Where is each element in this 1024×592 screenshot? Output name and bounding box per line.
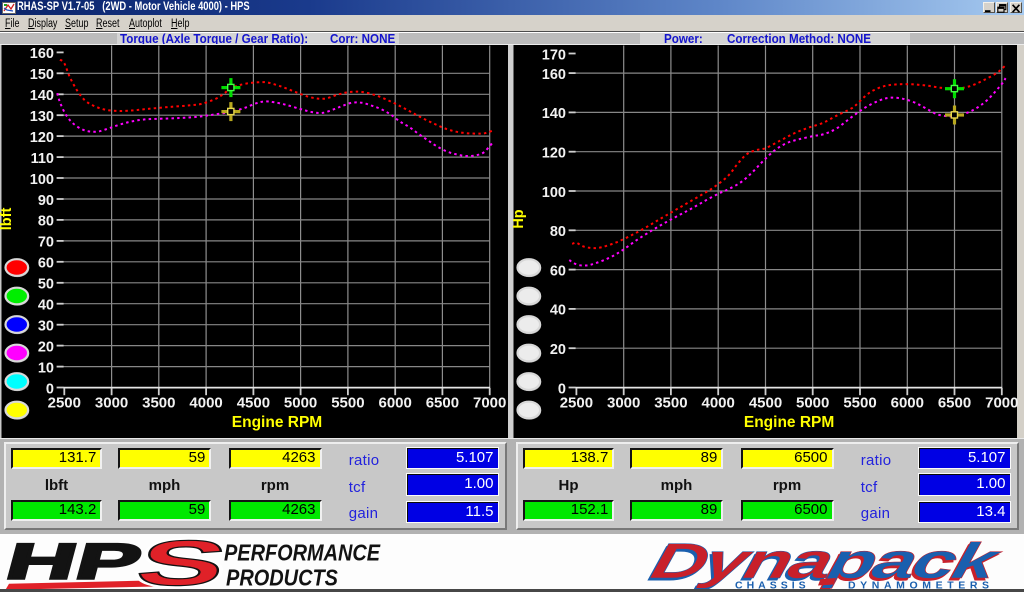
svg-text:40: 40 — [550, 303, 566, 319]
svg-text:2500: 2500 — [560, 395, 593, 412]
svg-text:5500: 5500 — [843, 395, 876, 412]
svg-text:6500: 6500 — [426, 395, 459, 412]
svg-text:4500: 4500 — [749, 395, 782, 412]
svg-text:40: 40 — [38, 298, 54, 314]
svg-text:5000: 5000 — [796, 395, 829, 412]
svg-text:S: S — [129, 534, 234, 592]
svg-text:5000: 5000 — [284, 395, 317, 412]
svg-text:120: 120 — [30, 130, 54, 146]
svg-text:60: 60 — [38, 256, 54, 272]
svg-text:70: 70 — [38, 235, 54, 251]
svg-text:90: 90 — [38, 193, 54, 209]
svg-text:30: 30 — [38, 319, 54, 335]
svg-text:80: 80 — [38, 214, 54, 230]
svg-text:lbft: lbft — [0, 208, 15, 231]
svg-text:100: 100 — [30, 172, 54, 188]
svg-text:120: 120 — [542, 146, 566, 162]
svg-text:3000: 3000 — [95, 395, 128, 412]
svg-text:50: 50 — [38, 277, 54, 293]
svg-text:6500: 6500 — [938, 395, 971, 412]
svg-text:Engine RPM: Engine RPM — [232, 414, 322, 431]
svg-text:20: 20 — [38, 339, 54, 355]
svg-text:100: 100 — [542, 185, 566, 201]
svg-text:7000: 7000 — [473, 395, 506, 412]
svg-text:Hp: Hp — [511, 209, 527, 228]
svg-text:20: 20 — [550, 342, 566, 358]
svg-text:4000: 4000 — [702, 395, 735, 412]
svg-text:7000: 7000 — [985, 395, 1018, 412]
svg-text:140: 140 — [542, 106, 566, 122]
svg-text:4000: 4000 — [189, 395, 222, 412]
svg-text:PERFORMANCE: PERFORMANCE — [224, 539, 381, 565]
svg-text:6000: 6000 — [891, 395, 924, 412]
svg-text:170: 170 — [542, 47, 566, 63]
svg-text:2500: 2500 — [48, 395, 81, 412]
svg-text:PRODUCTS: PRODUCTS — [226, 564, 339, 590]
svg-text:3000: 3000 — [607, 395, 640, 412]
svg-text:10: 10 — [38, 360, 54, 376]
svg-text:160: 160 — [30, 46, 54, 62]
svg-text:60: 60 — [550, 263, 566, 279]
svg-text:150: 150 — [30, 67, 54, 83]
svg-text:130: 130 — [30, 109, 54, 125]
svg-text:140: 140 — [30, 88, 54, 104]
svg-text:160: 160 — [542, 67, 566, 83]
svg-text:HP: HP — [0, 534, 149, 590]
svg-text:6000: 6000 — [379, 395, 412, 412]
svg-text:5500: 5500 — [331, 395, 364, 412]
svg-text:110: 110 — [31, 151, 54, 167]
svg-text:80: 80 — [550, 224, 566, 240]
svg-text:3500: 3500 — [142, 395, 175, 412]
svg-text:3500: 3500 — [654, 395, 687, 412]
svg-text:4500: 4500 — [237, 395, 270, 412]
svg-text:Engine RPM: Engine RPM — [744, 414, 834, 431]
